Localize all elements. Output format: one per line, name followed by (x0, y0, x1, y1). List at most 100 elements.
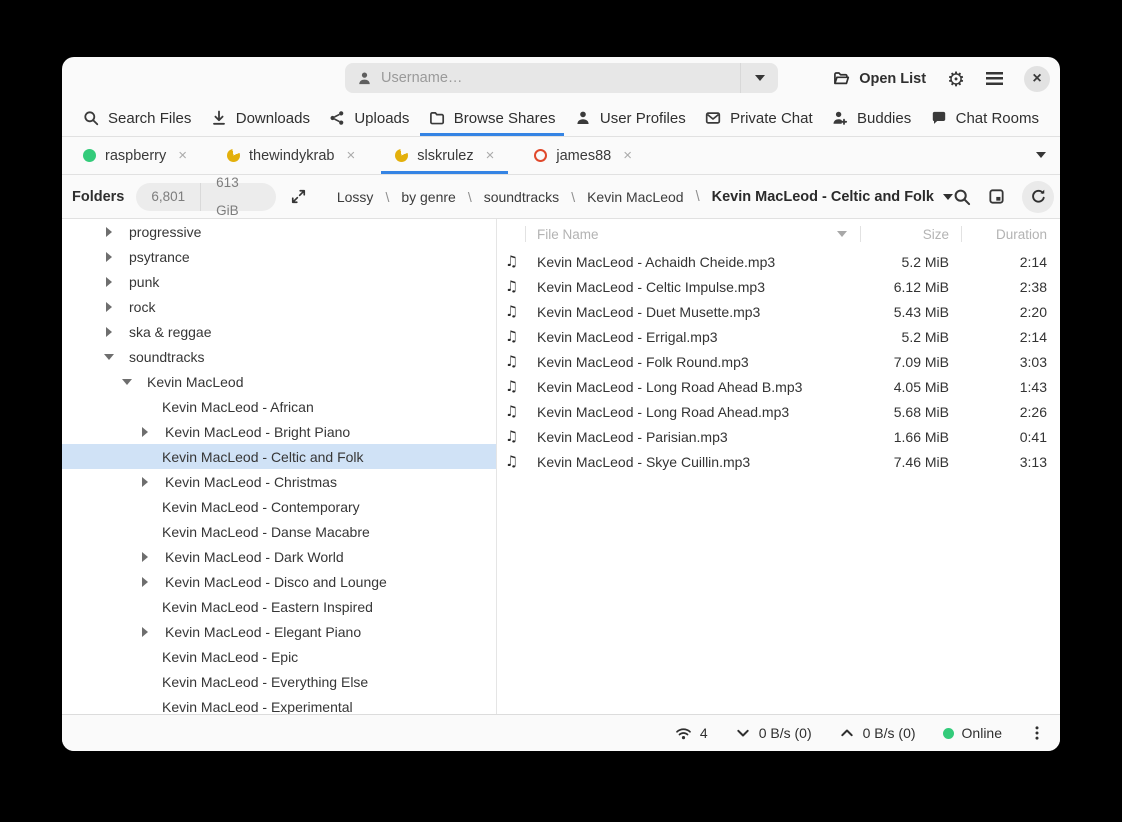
tab-close-icon[interactable]: × (178, 148, 187, 163)
user-tab-label: james88 (556, 148, 611, 164)
expand-all-button[interactable] (290, 188, 307, 205)
share-size-badge: 613 GiB (201, 169, 276, 225)
breadcrumb-item[interactable]: by genre (373, 189, 455, 205)
main-tab[interactable]: Search Files (74, 100, 200, 136)
breadcrumb-item[interactable]: soundtracks (456, 189, 559, 205)
folder-tree-row[interactable]: Kevin MacLeod - Disco and Lounge (62, 569, 496, 594)
tab-label: Private Chat (730, 110, 813, 127)
file-row[interactable]: ♫ Kevin MacLeod - Long Road Ahead B.mp3 … (497, 374, 1060, 399)
breadcrumb-item[interactable]: Kevin MacLeod - Celtic and Folk (684, 189, 934, 205)
gear-icon[interactable]: ⚙ (947, 69, 965, 89)
folder-tree-row[interactable]: Kevin MacLeod - Dark World (62, 544, 496, 569)
main-tab[interactable]: Chat Rooms (922, 100, 1048, 136)
username-input[interactable] (381, 70, 740, 86)
save-list-button[interactable] (988, 188, 1005, 205)
tree-expander-icon[interactable] (106, 227, 112, 237)
tree-expander-icon[interactable] (122, 379, 132, 385)
file-row[interactable]: ♫ Kevin MacLeod - Long Road Ahead.mp3 5.… (497, 399, 1060, 424)
tree-expander-icon[interactable] (142, 552, 148, 562)
folder-tree-row[interactable]: psytrance (62, 244, 496, 269)
download-rate-indicator[interactable]: 0 B/s (0) (735, 725, 812, 741)
folder-tree-row[interactable]: Kevin MacLeod - Bright Piano (62, 419, 496, 444)
main-tab[interactable]: Uploads (320, 100, 418, 136)
folder-tree-row[interactable]: Kevin MacLeod - African (62, 394, 496, 419)
main-tab[interactable]: Private Chat (696, 100, 822, 136)
breadcrumb-item[interactable]: Lossy (337, 189, 374, 205)
folder-name: Kevin MacLeod - Eastern Inspired (162, 599, 373, 615)
folder-name: Kevin MacLeod - Experimental (162, 699, 353, 715)
tree-expander-icon[interactable] (142, 477, 148, 487)
folder-open-icon (833, 70, 850, 87)
tree-expander-icon[interactable] (104, 354, 114, 360)
tab-close-icon[interactable]: × (623, 148, 632, 163)
file-row[interactable]: ♫ Kevin MacLeod - Parisian.mp3 1.66 MiB … (497, 424, 1060, 449)
folder-name: Kevin MacLeod - Epic (162, 649, 298, 665)
folder-tree-row[interactable]: ska & reggae (62, 319, 496, 344)
folder-tree-row[interactable]: rock (62, 294, 496, 319)
tab-label: Buddies (857, 110, 911, 127)
tree-expander-icon[interactable] (142, 627, 148, 637)
user-tab[interactable]: raspberry × (69, 137, 201, 174)
folder-tree-row[interactable]: Kevin MacLeod - Christmas (62, 469, 496, 494)
folder-tree-row[interactable]: Kevin MacLeod - Everything Else (62, 669, 496, 694)
file-row[interactable]: ♫ Kevin MacLeod - Celtic Impulse.mp3 6.1… (497, 274, 1060, 299)
tab-close-icon[interactable]: × (346, 148, 355, 163)
size-column-header[interactable]: Size (861, 219, 962, 249)
folder-tree-row[interactable]: Kevin MacLeod (62, 369, 496, 394)
folder-tree-row[interactable]: Kevin MacLeod - Celtic and Folk (62, 444, 496, 469)
folder-tree-row[interactable]: Kevin MacLeod - Danse Macabre (62, 519, 496, 544)
online-status-indicator[interactable]: Online (943, 725, 1002, 741)
folder-name: Kevin MacLeod - Disco and Lounge (165, 574, 387, 590)
main-tab[interactable]: Browse Shares (420, 100, 565, 136)
file-list-pane: File Name Size Duration ♫ Kevin MacLeod … (497, 219, 1060, 714)
username-entry[interactable] (345, 63, 740, 93)
main-tab[interactable]: Downloads (202, 100, 319, 136)
folder-tree-row[interactable]: Kevin MacLeod - Contemporary (62, 494, 496, 519)
tree-expander-icon[interactable] (142, 577, 148, 587)
upload-rate-indicator[interactable]: 0 B/s (0) (839, 725, 916, 741)
user-tabs-overflow-button[interactable] (1036, 137, 1046, 172)
file-name: Kevin MacLeod - Achaidh Cheide.mp3 (526, 254, 861, 270)
folder-tree-row[interactable]: progressive (62, 219, 496, 244)
folder-name: Kevin MacLeod (147, 374, 244, 390)
folder-tree-row[interactable]: Kevin MacLeod - Epic (62, 644, 496, 669)
tree-expander-icon[interactable] (106, 302, 112, 312)
file-row[interactable]: ♫ Kevin MacLeod - Achaidh Cheide.mp3 5.2… (497, 249, 1060, 274)
folder-tree-row[interactable]: soundtracks (62, 344, 496, 369)
username-dropdown-button[interactable] (741, 63, 778, 93)
file-size: 5.2 MiB (861, 329, 962, 345)
file-row[interactable]: ♫ Kevin MacLeod - Skye Cuillin.mp3 7.46 … (497, 449, 1060, 474)
main-tab[interactable]: User Profiles (566, 100, 695, 136)
search-files-button[interactable] (953, 188, 971, 206)
status-menu-button[interactable] (1029, 725, 1045, 741)
folder-tree-row[interactable]: Kevin MacLeod - Experimental (62, 694, 496, 714)
open-list-button[interactable]: Open List (833, 70, 926, 87)
tree-expander-icon[interactable] (106, 252, 112, 262)
expand-icon (290, 188, 307, 205)
tree-expander-icon[interactable] (106, 327, 112, 337)
tab-close-icon[interactable]: × (486, 148, 495, 163)
folder-name: rock (129, 299, 155, 315)
user-tab[interactable]: james88 × (520, 137, 646, 174)
tab-icon (832, 110, 848, 126)
breadcrumb-dropdown-icon[interactable] (943, 194, 953, 200)
folder-tree-row[interactable]: punk (62, 269, 496, 294)
close-button[interactable]: × (1024, 66, 1050, 92)
duration-column-header[interactable]: Duration (962, 219, 1060, 249)
user-tab[interactable]: slskrulez × (381, 137, 508, 174)
file-row[interactable]: ♫ Kevin MacLeod - Folk Round.mp3 7.09 Mi… (497, 349, 1060, 374)
main-tab[interactable]: Buddies (823, 100, 920, 136)
tree-expander-icon[interactable] (106, 277, 112, 287)
file-name-column-header[interactable]: File Name (526, 219, 861, 249)
folder-tree-row[interactable]: Kevin MacLeod - Eastern Inspired (62, 594, 496, 619)
hamburger-menu-icon[interactable] (986, 72, 1003, 85)
file-row[interactable]: ♫ Kevin MacLeod - Errigal.mp3 5.2 MiB 2:… (497, 324, 1060, 349)
breadcrumb-item[interactable]: Kevin MacLeod (559, 189, 683, 205)
file-list-header: File Name Size Duration (497, 219, 1060, 249)
file-row[interactable]: ♫ Kevin MacLeod - Duet Musette.mp3 5.43 … (497, 299, 1060, 324)
refresh-button[interactable] (1022, 181, 1054, 213)
user-tab[interactable]: thewindykrab × (213, 137, 369, 174)
folder-tree-row[interactable]: Kevin MacLeod - Elegant Piano (62, 619, 496, 644)
tree-expander-icon[interactable] (142, 427, 148, 437)
connections-indicator[interactable]: 4 (675, 725, 708, 742)
